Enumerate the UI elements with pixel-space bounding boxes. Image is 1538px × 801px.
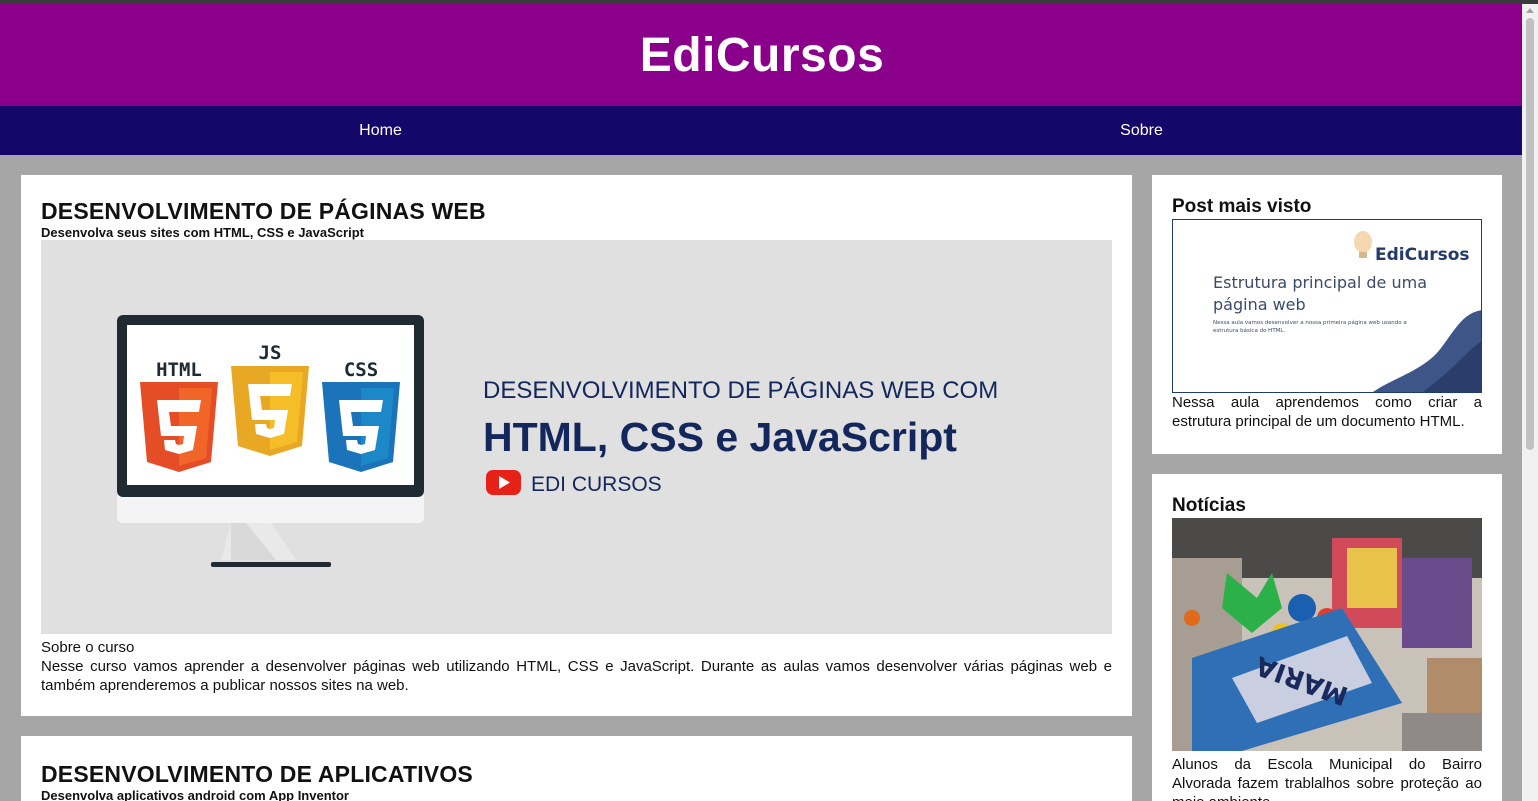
scroll-up-arrow-icon[interactable] <box>1526 8 1534 13</box>
scrollbar-thumb[interactable] <box>1526 18 1534 450</box>
news-text: Alunos da Escola Municipal do Bairro Alv… <box>1172 756 1482 801</box>
site-title: EdiCursos <box>639 28 885 82</box>
thumb-desc-line2: estrutura básica do HTML. <box>1213 327 1285 334</box>
popular-post-title: Post mais visto <box>1172 196 1312 217</box>
lightbulb-icon <box>1354 231 1372 253</box>
thumb-title-line2: página web <box>1213 295 1306 314</box>
course-card-apps: DESENVOLVIMENTO DE APLICATIVOS Desenvolv… <box>21 736 1132 801</box>
news-card: Notícias MARIA Alunos da Escola Municipa… <box>1152 474 1502 801</box>
course-subtitle: Desenvolva seus sites com HTML, CSS e Ja… <box>41 225 364 240</box>
site-header: EdiCursos <box>0 4 1522 106</box>
banner-line2: HTML, CSS e JavaScript <box>483 414 957 460</box>
course-title: DESENVOLVIMENTO DE PÁGINAS WEB <box>41 198 486 224</box>
popular-post-card: Post mais visto EdiCursos Estrutura prin… <box>1152 175 1502 454</box>
popular-post-thumbnail[interactable]: EdiCursos Estrutura principal de uma pág… <box>1172 219 1482 393</box>
course-banner-graphic: HTML JS CSS DESENVOLVIMENTO DE PÁGINAS W… <box>117 315 998 567</box>
news-photo[interactable]: MARIA <box>1172 518 1482 751</box>
html-badge-label: HTML <box>156 359 202 381</box>
course-title: DESENVOLVIMENTO DE APLICATIVOS <box>41 761 473 787</box>
popular-post-image: EdiCursos Estrutura principal de uma pág… <box>1213 231 1481 392</box>
thumb-desc-line1: Nessa aula vamos desenvolver a nossa pri… <box>1213 319 1407 326</box>
banner-brand: EDI CURSOS <box>531 473 662 496</box>
thumb-brand: EdiCursos <box>1375 245 1470 265</box>
course-banner-image: HTML JS CSS DESENVOLVIMENTO DE PÁGINAS W… <box>41 240 1112 634</box>
popular-post-text: Nessa aula aprendemos como criar a estru… <box>1172 394 1482 430</box>
about-text: Nesse curso vamos aprender a desenvolver… <box>41 658 1112 694</box>
nav-sobre-link[interactable]: Sobre <box>761 106 1522 155</box>
about-title: Sobre o curso <box>41 639 135 656</box>
course-card-web: DESENVOLVIMENTO DE PÁGINAS WEB Desenvolv… <box>21 175 1132 716</box>
banner-line1: DESENVOLVIMENTO DE PÁGINAS WEB COM <box>483 377 998 404</box>
news-photo-image: MARIA <box>1172 518 1482 751</box>
thumb-title-line1: Estrutura principal de uma <box>1213 273 1427 292</box>
nav-home-link[interactable]: Home <box>0 106 761 155</box>
main-nav: Home Sobre <box>0 106 1522 155</box>
news-title: Notícias <box>1172 495 1246 516</box>
vertical-scrollbar[interactable] <box>1522 4 1538 801</box>
css-badge-label: CSS <box>344 359 378 381</box>
css3-logo-icon <box>322 382 400 472</box>
js-logo-icon <box>231 366 309 456</box>
course-subtitle: Desenvolva aplicativos android com App I… <box>41 788 349 801</box>
html5-logo-icon <box>140 382 218 472</box>
js-badge-label: JS <box>259 342 282 364</box>
